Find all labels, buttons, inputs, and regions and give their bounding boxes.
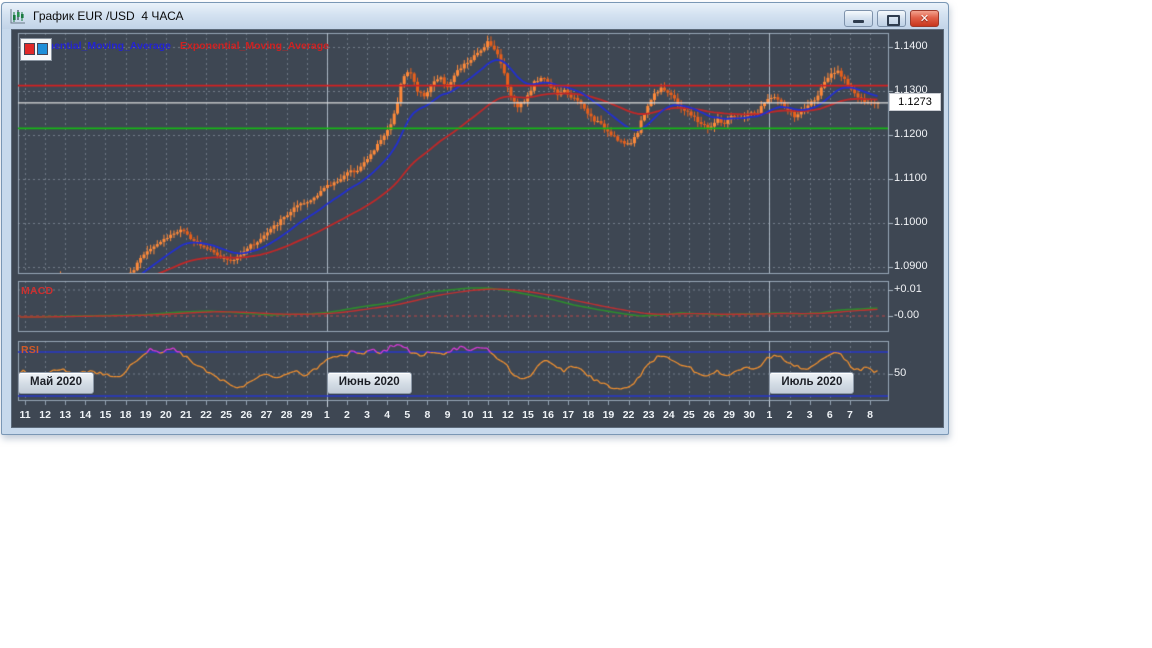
window-title: График EUR /USD 4 ЧАСА — [33, 9, 184, 23]
desktop: График EUR /USD 4 ЧАСА ✕ Exponential_Mov… — [0, 0, 1152, 648]
minimize-icon — [853, 20, 864, 23]
maximize-button[interactable] — [877, 10, 906, 27]
chart-client-area — [11, 29, 944, 428]
maximize-icon — [887, 15, 900, 26]
close-button[interactable]: ✕ — [910, 10, 939, 27]
chart-window: График EUR /USD 4 ЧАСА ✕ — [1, 2, 949, 435]
titlebar[interactable]: График EUR /USD 4 ЧАСА ✕ — [2, 3, 948, 29]
minimize-button[interactable] — [844, 10, 873, 27]
chart-app-icon — [10, 9, 25, 24]
window-controls: ✕ — [844, 10, 939, 27]
close-icon: ✕ — [919, 13, 930, 25]
